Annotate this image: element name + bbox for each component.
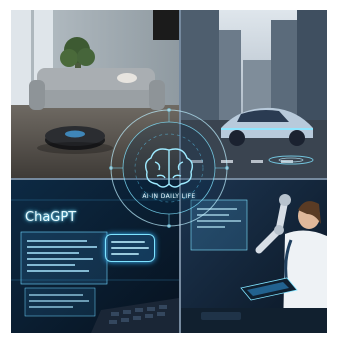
divider-horizontal xyxy=(11,178,327,180)
tile-healthcare xyxy=(181,180,327,333)
living-room-scene xyxy=(11,10,179,178)
chat-app-title: ChaGPT xyxy=(25,210,77,225)
hologram-panel xyxy=(190,199,248,251)
sofa xyxy=(29,68,165,110)
tile-transport xyxy=(181,10,327,178)
tile-smart-home xyxy=(11,10,179,178)
image-frame: ChaGPT AI IN DAILY LIFE xyxy=(0,0,338,342)
collage: ChaGPT AI IN DAILY LIFE xyxy=(11,10,327,333)
city-street-scene xyxy=(181,10,327,178)
tile-chat-interface: ChaGPT xyxy=(11,180,179,333)
chat-bubble xyxy=(105,234,155,262)
desk xyxy=(181,308,327,333)
wall-picture xyxy=(153,10,179,40)
cat xyxy=(117,73,137,83)
lab-scene xyxy=(181,180,327,333)
divider-vertical xyxy=(179,10,181,333)
